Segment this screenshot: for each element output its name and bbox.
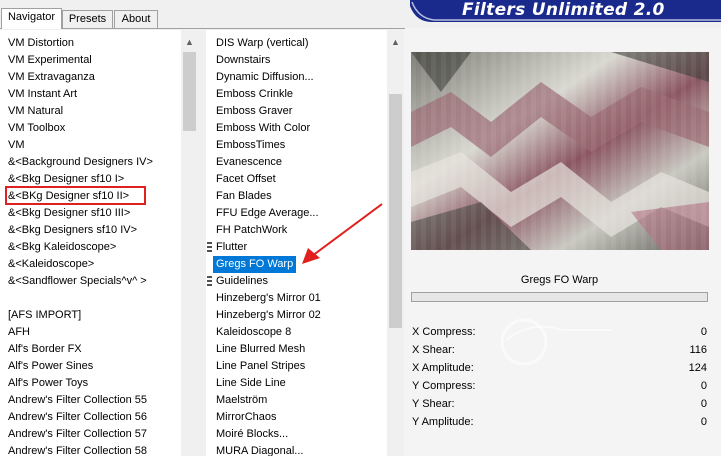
- param-label: X Amplitude:: [412, 362, 474, 374]
- app-title: Filters Unlimited 2.0: [462, 0, 665, 20]
- param-value[interactable]: 0: [701, 323, 707, 341]
- param-label: X Compress:: [412, 326, 476, 338]
- selected-filter-name: Gregs FO Warp: [520, 274, 599, 286]
- category-item[interactable]: &<Bkg Designer sf10 III>: [8, 205, 130, 222]
- category-item[interactable]: Andrew's Filter Collection 56: [8, 409, 147, 426]
- param-y-shear[interactable]: Y Shear: 0: [410, 395, 709, 413]
- drag-grip-icon[interactable]: [207, 276, 212, 287]
- filter-item[interactable]: Downstairs: [216, 52, 270, 69]
- filter-item[interactable]: Hinzeberg's Mirror 01: [216, 290, 321, 307]
- category-item[interactable]: VM: [8, 137, 25, 154]
- filter-item[interactable]: MirrorChaos: [216, 409, 277, 426]
- category-scroll-thumb[interactable]: [183, 52, 196, 131]
- red-arrow-annotation: [302, 203, 383, 264]
- category-item[interactable]: Alf's Power Toys: [8, 375, 88, 392]
- category-item[interactable]: VM Natural: [8, 103, 63, 120]
- filter-item[interactable]: Evanescence: [216, 154, 282, 171]
- filter-item[interactable]: MURA Diagonal...: [216, 443, 303, 456]
- category-item[interactable]: VM Distortion: [8, 35, 74, 52]
- param-label: Y Compress:: [412, 380, 476, 392]
- tab-about[interactable]: About: [114, 10, 158, 29]
- category-item[interactable]: &<Sandflower Specials^v^ >: [8, 273, 147, 290]
- param-value[interactable]: 0: [701, 377, 707, 395]
- scroll-up-icon[interactable]: ▲: [387, 34, 404, 51]
- category-item[interactable]: Alf's Power Sines: [8, 358, 93, 375]
- scroll-up-icon[interactable]: ▲: [181, 34, 198, 51]
- filter-item[interactable]: Line Side Line: [216, 375, 286, 392]
- filter-item[interactable]: Line Panel Stripes: [216, 358, 305, 375]
- filter-item[interactable]: FH PatchWork: [216, 222, 287, 239]
- category-item[interactable]: &<Bkg Kaleidoscope>: [8, 239, 116, 256]
- category-item[interactable]: &<Bkg Designers sf10 IV>: [8, 222, 137, 239]
- highlight-annotation-box: [5, 186, 146, 205]
- filter-item[interactable]: Emboss With Color: [216, 120, 310, 137]
- category-item[interactable]: Andrew's Filter Collection 55: [8, 392, 147, 409]
- filter-item[interactable]: Fan Blades: [216, 188, 272, 205]
- filter-item[interactable]: EmbossTimes: [216, 137, 285, 154]
- category-item[interactable]: VM Experimental: [8, 52, 92, 69]
- preview-image: [411, 52, 709, 250]
- param-label: Y Shear:: [412, 398, 455, 410]
- filter-item[interactable]: Guidelines: [216, 273, 268, 290]
- filter-item[interactable]: Kaleidoscope 8: [216, 324, 291, 341]
- tab-presets[interactable]: Presets: [62, 10, 113, 29]
- param-label: Y Amplitude:: [412, 416, 474, 428]
- filter-item[interactable]: Line Blurred Mesh: [216, 341, 305, 358]
- category-item[interactable]: [AFS IMPORT]: [8, 307, 81, 324]
- param-value[interactable]: 0: [701, 395, 707, 413]
- watermark-logo: [500, 318, 612, 366]
- tab-bar: Navigator Presets About: [0, 0, 410, 29]
- category-item[interactable]: AFH: [8, 324, 30, 341]
- category-item[interactable]: VM Toolbox: [8, 120, 65, 137]
- filter-item-selected[interactable]: Gregs FO Warp: [213, 256, 297, 273]
- filter-item[interactable]: Moiré Blocks...: [216, 426, 288, 443]
- filter-item[interactable]: Maelström: [216, 392, 267, 409]
- category-item[interactable]: VM Instant Art: [8, 86, 77, 103]
- filter-item[interactable]: DIS Warp (vertical): [216, 35, 309, 52]
- title-banner: Filters Unlimited 2.0: [410, 0, 721, 22]
- category-item[interactable]: Andrew's Filter Collection 57: [8, 426, 147, 443]
- param-value[interactable]: 0: [701, 413, 707, 431]
- drag-grip-icon[interactable]: [207, 242, 212, 253]
- filter-item[interactable]: Emboss Graver: [216, 103, 292, 120]
- filter-item[interactable]: Facet Offset: [216, 171, 276, 188]
- category-list[interactable]: VM Distortion VM Experimental VM Extravaga…: [0, 30, 181, 456]
- param-y-amplitude[interactable]: Y Amplitude: 0: [410, 413, 709, 431]
- category-item[interactable]: Andrew's Filter Collection 58: [8, 443, 147, 456]
- category-item[interactable]: VM Extravaganza: [8, 69, 95, 86]
- filter-item[interactable]: Emboss Crinkle: [216, 86, 293, 103]
- category-item[interactable]: &<Kaleidoscope>: [8, 256, 94, 273]
- tab-navigator[interactable]: Navigator: [1, 8, 62, 29]
- category-item[interactable]: &<Background Designers IV>: [8, 154, 153, 171]
- category-scrollbar[interactable]: ▲: [181, 30, 198, 456]
- filter-scroll-thumb[interactable]: [389, 94, 402, 328]
- filter-item[interactable]: Flutter: [216, 239, 247, 256]
- param-value[interactable]: 116: [689, 341, 707, 359]
- filter-item[interactable]: Dynamic Diffusion...: [216, 69, 314, 86]
- param-value[interactable]: 124: [689, 359, 707, 377]
- param-label: X Shear:: [412, 344, 455, 356]
- filter-item[interactable]: Hinzeberg's Mirror 02: [216, 307, 321, 324]
- category-item[interactable]: Alf's Border FX: [8, 341, 82, 358]
